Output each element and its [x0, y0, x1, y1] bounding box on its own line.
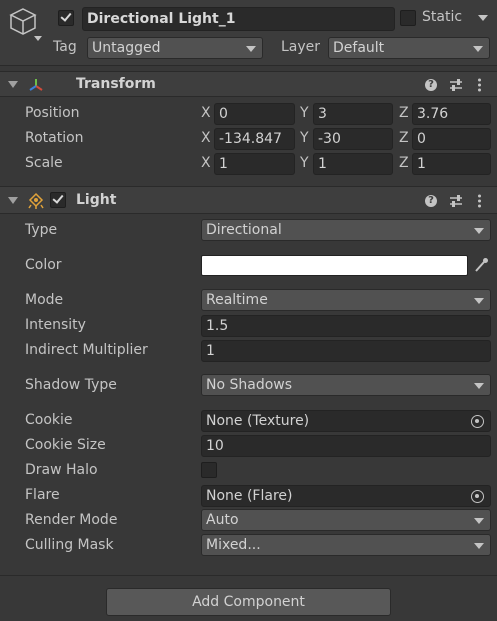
- light-header[interactable]: Light ?: [0, 186, 497, 214]
- cookie-size-field[interactable]: 10: [201, 435, 491, 457]
- chevron-down-icon: [474, 543, 484, 549]
- transform-icon: [28, 77, 44, 93]
- layer-dropdown[interactable]: Default: [328, 37, 490, 59]
- section-divider: [0, 575, 497, 576]
- indirect-multiplier-field[interactable]: 1: [201, 340, 491, 362]
- mode-label: Mode: [25, 292, 64, 308]
- add-component-button[interactable]: Add Component: [106, 588, 391, 616]
- active-checkbox[interactable]: [58, 10, 74, 26]
- flare-value: None (Flare): [206, 488, 293, 504]
- foldout-arrow-icon[interactable]: [8, 197, 18, 204]
- light-title: Light: [76, 192, 117, 208]
- render-mode-value: Auto: [206, 512, 239, 528]
- axis-x-label[interactable]: X: [201, 105, 211, 121]
- shadow-type-dropdown[interactable]: No Shadows: [201, 374, 491, 396]
- help-icon[interactable]: ?: [425, 195, 437, 207]
- eyedropper-icon[interactable]: [473, 256, 489, 274]
- presets-icon[interactable]: [449, 78, 463, 92]
- draw-halo-label: Draw Halo: [25, 462, 98, 478]
- type-dropdown[interactable]: Directional: [201, 219, 491, 241]
- tag-label: Tag: [53, 39, 77, 55]
- chevron-down-icon: [246, 46, 256, 52]
- presets-icon[interactable]: [449, 194, 463, 208]
- rotation-y-field[interactable]: -30: [313, 128, 393, 150]
- object-name-field[interactable]: Directional Light_1: [82, 7, 395, 31]
- shadow-type-value: No Shadows: [206, 377, 293, 393]
- cookie-object-field[interactable]: None (Texture): [201, 410, 491, 432]
- color-field[interactable]: [201, 255, 468, 276]
- layer-label: Layer: [281, 39, 321, 55]
- axis-z-label[interactable]: Z: [399, 155, 409, 171]
- axis-z-label[interactable]: Z: [399, 105, 409, 121]
- chevron-down-icon: [474, 518, 484, 524]
- shadow-type-label: Shadow Type: [25, 377, 117, 393]
- object-header: Directional Light_1 Static Tag Untagged …: [0, 0, 497, 66]
- render-mode-dropdown[interactable]: Auto: [201, 509, 491, 531]
- chevron-down-icon: [474, 228, 484, 234]
- scale-y-field[interactable]: 1: [313, 153, 393, 175]
- context-menu-icon[interactable]: [478, 194, 481, 208]
- flare-object-field[interactable]: None (Flare): [201, 485, 491, 507]
- gameobject-cube-icon[interactable]: [8, 6, 38, 40]
- axis-x-label[interactable]: X: [201, 155, 211, 171]
- context-menu-icon[interactable]: [478, 78, 481, 92]
- object-picker-icon[interactable]: [471, 415, 484, 428]
- culling-mask-dropdown[interactable]: Mixed...: [201, 534, 491, 556]
- axis-y-label[interactable]: Y: [300, 155, 309, 171]
- checkmark-icon: [60, 10, 72, 22]
- scale-label: Scale: [25, 155, 63, 171]
- axis-z-label[interactable]: Z: [399, 130, 409, 146]
- transform-title: Transform: [76, 76, 156, 92]
- checkmark-icon: [52, 192, 64, 204]
- tag-dropdown[interactable]: Untagged: [87, 37, 263, 59]
- indirect-multiplier-label: Indirect Multiplier: [25, 342, 148, 358]
- axis-y-label[interactable]: Y: [300, 130, 309, 146]
- icon-dropdown-arrow[interactable]: [34, 36, 42, 41]
- position-x-field[interactable]: 0: [214, 103, 295, 125]
- intensity-label: Intensity: [25, 317, 86, 333]
- chevron-down-icon: [474, 298, 484, 304]
- static-dropdown-arrow[interactable]: [478, 15, 488, 21]
- cookie-size-label: Cookie Size: [25, 437, 106, 453]
- type-label: Type: [25, 222, 58, 238]
- draw-halo-checkbox[interactable]: [201, 462, 217, 478]
- foldout-arrow-icon[interactable]: [8, 81, 18, 88]
- static-checkbox[interactable]: [400, 10, 416, 26]
- axis-x-label[interactable]: X: [201, 130, 211, 146]
- chevron-down-icon: [473, 46, 483, 52]
- light-icon: [27, 192, 45, 210]
- intensity-field[interactable]: 1.5: [201, 315, 491, 337]
- flare-label: Flare: [25, 487, 60, 503]
- tag-value: Untagged: [92, 40, 161, 56]
- scale-x-field[interactable]: 1: [214, 153, 295, 175]
- position-y-field[interactable]: 3: [313, 103, 393, 125]
- cookie-label: Cookie: [25, 412, 73, 428]
- render-mode-label: Render Mode: [25, 512, 118, 528]
- object-picker-icon[interactable]: [471, 490, 484, 503]
- culling-mask-label: Culling Mask: [25, 537, 114, 553]
- transform-header[interactable]: Transform ?: [0, 71, 497, 97]
- scale-z-field[interactable]: 1: [412, 153, 491, 175]
- layer-value: Default: [333, 40, 385, 56]
- mode-dropdown[interactable]: Realtime: [201, 289, 491, 311]
- mode-value: Realtime: [206, 292, 268, 308]
- color-label: Color: [25, 257, 62, 273]
- type-value: Directional: [206, 222, 282, 238]
- chevron-down-icon: [474, 383, 484, 389]
- cookie-value: None (Texture): [206, 413, 310, 429]
- light-enabled-checkbox[interactable]: [50, 192, 66, 208]
- help-icon[interactable]: ?: [425, 79, 437, 91]
- rotation-label: Rotation: [25, 130, 84, 146]
- axis-y-label[interactable]: Y: [300, 105, 309, 121]
- rotation-x-field[interactable]: -134.847: [214, 128, 295, 150]
- position-z-field[interactable]: 3.76: [412, 103, 491, 125]
- static-label: Static: [422, 9, 463, 25]
- rotation-z-field[interactable]: 0: [412, 128, 491, 150]
- culling-mask-value: Mixed...: [206, 537, 261, 553]
- position-label: Position: [25, 105, 80, 121]
